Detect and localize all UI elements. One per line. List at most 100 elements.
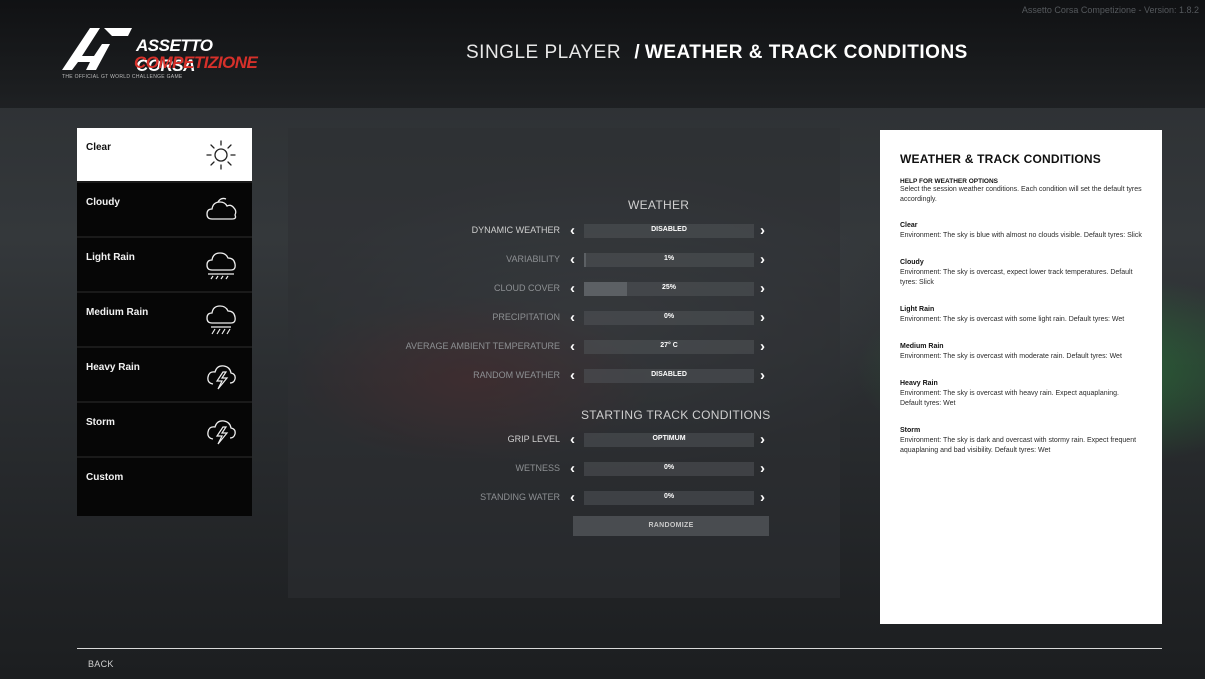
setting-grip-level: GRIP LEVEL ‹ OPTIMUM › (288, 431, 840, 449)
help-panel: WEATHER & TRACK CONDITIONS HELP FOR WEAT… (880, 130, 1162, 624)
preset-light-rain[interactable]: Light Rain (77, 238, 252, 293)
preset-cloudy[interactable]: Cloudy (77, 183, 252, 238)
help-entry-text: Environment: The sky is overcast with he… (900, 390, 1119, 407)
sun-icon (206, 140, 236, 170)
help-intro-text: Select the session weather conditions. E… (900, 186, 1142, 203)
version-label: Assetto Corsa Competizione - Version: 1.… (1021, 5, 1199, 15)
setting-label: STANDING WATER (480, 492, 560, 502)
footer-divider (77, 648, 1162, 649)
help-entry-title: Clear (900, 222, 918, 229)
chevron-right-icon[interactable]: › (760, 431, 765, 449)
preset-label: Heavy Rain (86, 362, 140, 373)
setting-variability: VARIABILITY ‹ 1% › (288, 251, 840, 269)
chevron-right-icon[interactable]: › (760, 280, 765, 298)
help-title: WEATHER & TRACK CONDITIONS (900, 152, 1101, 166)
chevron-right-icon[interactable]: › (760, 309, 765, 327)
help-intro-title: HELP FOR WEATHER OPTIONS (900, 178, 998, 185)
setting-label: WETNESS (515, 463, 560, 473)
page-title: SINGLE PLAYER / WEATHER & TRACK CONDITIO… (466, 42, 968, 64)
setting-value: 0% (663, 313, 675, 320)
setting-dynamic-weather: DYNAMIC WEATHER ‹ DISABLED › (288, 222, 840, 240)
help-entry-cloudy: Cloudy Environment: The sky is overcast,… (900, 258, 1142, 288)
help-entry-medium-rain: Medium Rain Environment: The sky is over… (900, 342, 1142, 362)
setting-value: 0% (663, 464, 675, 471)
setting-value: 25% (661, 284, 676, 291)
setting-value: 27° C (660, 342, 678, 349)
chevron-left-icon[interactable]: ‹ (570, 431, 575, 449)
setting-value: DISABLED (651, 371, 687, 378)
setting-label: CLOUD COVER (493, 283, 560, 293)
light-rain-icon (206, 252, 236, 280)
setting-ambient-temperature: AVERAGE AMBIENT TEMPERATURE ‹ 27° C › (288, 338, 840, 356)
setting-value: DISABLED (651, 226, 687, 233)
back-button[interactable]: BACK (88, 659, 114, 669)
breadcrumb-current-page: WEATHER & TRACK CONDITIONS (644, 42, 968, 63)
chevron-right-icon[interactable]: › (760, 460, 765, 478)
chevron-left-icon[interactable]: ‹ (570, 251, 575, 269)
settings-panel: WEATHER DYNAMIC WEATHER ‹ DISABLED › VAR… (288, 128, 840, 598)
logo-text-bottom: COMPETIZIONE (134, 53, 258, 72)
chevron-left-icon[interactable]: ‹ (570, 489, 575, 507)
track-section-title: STARTING TRACK CONDITIONS (581, 408, 771, 422)
storm-icon (207, 420, 236, 445)
preset-heavy-rain[interactable]: Heavy Rain (77, 348, 252, 403)
preset-storm[interactable]: Storm (77, 403, 252, 458)
preset-label: Light Rain (86, 252, 135, 263)
setting-label: GRIP LEVEL (507, 434, 560, 444)
help-entry-clear: Clear Environment: The sky is blue with … (900, 221, 1142, 241)
setting-label: DYNAMIC WEATHER (471, 225, 560, 235)
acc-logo: ASSETTO CORSA COMPETIZIONE THE OFFICIAL … (60, 24, 258, 84)
chevron-left-icon[interactable]: ‹ (570, 338, 575, 356)
setting-label: PRECIPITATION (492, 312, 560, 322)
preset-medium-rain[interactable]: Medium Rain (77, 293, 252, 348)
help-entry-text: Environment: The sky is dark and overcas… (900, 437, 1137, 454)
breadcrumb-separator: / (634, 42, 640, 63)
chevron-right-icon[interactable]: › (760, 367, 765, 385)
chevron-left-icon[interactable]: ‹ (570, 367, 575, 385)
preset-label: Storm (86, 417, 115, 428)
logo-tagline: THE OFFICIAL GT WORLD CHALLENGE GAME (62, 74, 183, 80)
preset-label: Medium Rain (86, 307, 149, 318)
preset-label: Clear (86, 142, 112, 153)
help-entry-title: Medium Rain (900, 343, 944, 350)
chevron-left-icon[interactable]: ‹ (570, 280, 575, 298)
chevron-right-icon[interactable]: › (760, 251, 765, 269)
help-entry-title: Light Rain (900, 306, 935, 313)
randomize-button[interactable]: RANDOMIZE (573, 516, 769, 536)
chevron-left-icon[interactable]: ‹ (570, 309, 575, 327)
help-entry-title: Cloudy (900, 259, 924, 266)
preset-label: Custom (86, 472, 124, 483)
help-entry-light-rain: Light Rain Environment: The sky is overc… (900, 305, 1142, 325)
setting-value: 1% (663, 255, 675, 262)
help-intro: HELP FOR WEATHER OPTIONS Select the sess… (900, 178, 1142, 205)
medium-rain-icon (206, 305, 236, 335)
chevron-left-icon[interactable]: ‹ (570, 460, 575, 478)
setting-wetness: WETNESS ‹ 0% › (288, 460, 840, 478)
help-entry-text: Environment: The sky is overcast, expect… (900, 269, 1133, 286)
weather-section-title: WEATHER (628, 198, 690, 212)
chevron-right-icon[interactable]: › (760, 489, 765, 507)
setting-label: RANDOM WEATHER (473, 370, 560, 380)
heavy-rain-storm-icon (207, 365, 236, 390)
chevron-left-icon[interactable]: ‹ (570, 222, 575, 240)
weather-preset-list: Clear Cloudy Light Rain Medium Rain Heav… (77, 128, 252, 516)
setting-random-weather: RANDOM WEATHER ‹ DISABLED › (288, 367, 840, 385)
help-entry-text: Environment: The sky is overcast with so… (900, 316, 1125, 323)
setting-cloud-cover: CLOUD COVER ‹ 25% › (288, 280, 840, 298)
preset-custom[interactable]: Custom (77, 458, 252, 516)
help-entry-heavy-rain: Heavy Rain Environment: The sky is overc… (900, 379, 1142, 409)
cloud-icon (206, 197, 237, 220)
chevron-right-icon[interactable]: › (760, 338, 765, 356)
help-entry-title: Heavy Rain (900, 380, 938, 387)
breadcrumb-single-player[interactable]: SINGLE PLAYER (466, 42, 621, 63)
help-entry-text: Environment: The sky is blue with almost… (900, 232, 1142, 239)
setting-label: AVERAGE AMBIENT TEMPERATURE (405, 341, 560, 351)
help-entry-text: Environment: The sky is overcast with mo… (900, 353, 1122, 360)
preset-clear[interactable]: Clear (77, 128, 252, 183)
help-entry-title: Storm (900, 427, 921, 434)
setting-value: OPTIMUM (652, 435, 686, 442)
setting-value: 0% (663, 493, 675, 500)
logo-mark-icon (62, 28, 132, 70)
help-entry-storm: Storm Environment: The sky is dark and o… (900, 426, 1142, 456)
chevron-right-icon[interactable]: › (760, 222, 765, 240)
